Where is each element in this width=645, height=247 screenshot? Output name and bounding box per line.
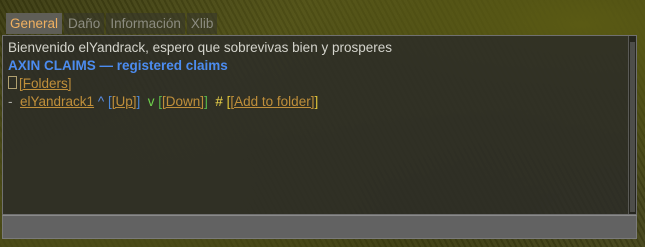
down-link[interactable]: [Down] <box>162 94 204 109</box>
up-caret: ^ <box>97 94 105 109</box>
chat-messages: Bienvenido elYandrack, espero que sobrev… <box>8 39 624 111</box>
tab-dano[interactable]: Daño <box>64 13 105 34</box>
chat-line-welcome: Bienvenido elYandrack, espero que sobrev… <box>8 39 624 57</box>
chat-input[interactable] <box>2 215 637 239</box>
add-close-bracket: ] <box>314 94 319 109</box>
up-close-bracket: ] <box>136 94 141 109</box>
tab-xlib[interactable]: Xlib <box>186 13 218 34</box>
up-link[interactable]: [Up] <box>112 94 137 109</box>
folders-link[interactable]: [Folders] <box>19 76 72 91</box>
chat-line-header: AXIN CLAIMS — registered claims <box>8 57 624 75</box>
chat-line-claim: - elYandrack1 ^ [[Up]] v [[Down]] # [[Ad… <box>8 93 624 111</box>
chat-line-folders: [Folders] <box>8 75 624 93</box>
welcome-message: Bienvenido elYandrack, espero que sobrev… <box>8 40 392 55</box>
claims-header: AXIN CLAIMS — registered claims <box>8 58 228 73</box>
chat-tabs: General Daño Información Xlib <box>6 13 218 34</box>
tab-informacion[interactable]: Información <box>106 13 185 34</box>
down-close-bracket: ] <box>204 94 208 109</box>
chat-scrollbar-thumb[interactable] <box>630 42 635 212</box>
claim-dash: - <box>8 94 13 109</box>
folder-box-icon <box>8 76 17 89</box>
chat-panel: Bienvenido elYandrack, espero que sobrev… <box>2 35 637 215</box>
tab-general[interactable]: General <box>6 13 63 34</box>
down-caret: v <box>147 94 155 109</box>
chat-scrollbar[interactable] <box>628 36 636 214</box>
add-to-folder-link[interactable]: [Add to folder] <box>230 94 314 109</box>
claim-name-link[interactable]: elYandrack1 <box>20 94 94 109</box>
add-hash: # <box>215 94 223 109</box>
